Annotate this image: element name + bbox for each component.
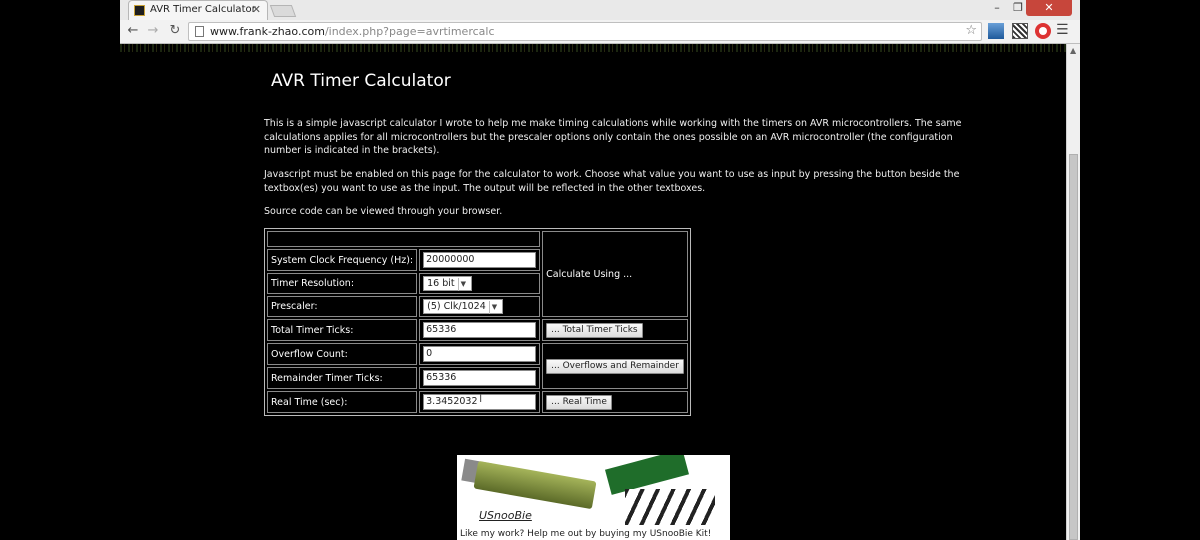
timer-resolution-value: 16 bit (427, 278, 455, 289)
calc-overflows-button[interactable]: ... Overflows and Remainder (546, 358, 684, 374)
site-favicon-icon (134, 5, 145, 16)
scroll-thumb[interactable] (1069, 154, 1078, 540)
chevron-down-icon: ▼ (488, 301, 499, 314)
header-strip (120, 44, 1066, 52)
prescaler-select[interactable]: (5) Clk/1024 ▼ (423, 299, 504, 314)
tab-strip: AVR Timer Calculator ✕ – ❐ ✕ (120, 0, 1080, 20)
url-text: www.frank-zhao.com/index.php?page=avrtim… (210, 25, 495, 38)
overflow-label: Overflow Count: (267, 343, 418, 365)
table-header-cell (267, 231, 541, 247)
vertical-scrollbar[interactable]: ▲ (1066, 44, 1080, 540)
kit-parts-image (625, 489, 715, 525)
extension-opera-icon[interactable] (1035, 23, 1051, 39)
url-host: www.frank-zhao.com (210, 25, 325, 38)
browser-toolbar: ← → ↻ www.frank-zhao.com/index.php?page=… (120, 20, 1080, 44)
forward-arrow-icon[interactable]: → (144, 23, 162, 38)
restore-icon[interactable]: ❐ (1009, 1, 1027, 14)
intro-paragraph: This is a simple javascript calculator I… (264, 118, 962, 156)
resolution-cell: 16 bit ▼ (419, 273, 541, 294)
realtime-button-cell: ... Real Time (542, 391, 688, 413)
calculate-using-label: Calculate Using ... (546, 268, 633, 280)
prescaler-cell: (5) Clk/1024 ▼ (419, 296, 541, 317)
url-path: /index.php?page=avrtimercalc (324, 25, 495, 38)
bookmark-star-icon[interactable]: ☆ (965, 23, 977, 38)
clock-frequency-input[interactable]: 20000000 (423, 252, 537, 268)
overflow-button-cell: ... Overflows and Remainder (542, 343, 688, 389)
right-letterbox (1080, 0, 1200, 540)
extension-qr-code-icon[interactable] (1012, 23, 1028, 39)
left-letterbox (0, 0, 120, 540)
prescaler-label: Prescaler: (267, 296, 418, 317)
overflow-count-input[interactable]: 0 (423, 346, 537, 362)
minimize-icon[interactable]: – (988, 1, 1006, 14)
resolution-label: Timer Resolution: (267, 273, 418, 294)
calculate-using-cell: Calculate Using ... (542, 231, 688, 317)
page-title: AVR Timer Calculator (271, 71, 451, 91)
calc-total-ticks-button[interactable]: ... Total Timer Ticks (546, 322, 643, 338)
board-image (473, 460, 597, 510)
page-viewport: AVR Timer Calculator This is a simple ja… (120, 44, 1066, 540)
tab-title: AVR Timer Calculator (150, 4, 256, 15)
ticks-button-cell: ... Total Timer Ticks (542, 319, 688, 341)
text-cursor-icon: I (479, 392, 483, 405)
browser-menu-icon[interactable]: ☰ (1056, 22, 1069, 38)
timer-resolution-select[interactable]: 16 bit ▼ (423, 276, 473, 291)
timer-calculator-table: Calculate Using ... System Clock Frequen… (264, 228, 691, 416)
back-arrow-icon[interactable]: ← (124, 23, 142, 38)
browser-tab[interactable]: AVR Timer Calculator ✕ (128, 0, 268, 20)
total-ticks-input[interactable]: 65336 (423, 322, 537, 338)
chevron-down-icon: ▼ (457, 278, 468, 291)
scroll-up-icon[interactable]: ▲ (1070, 46, 1076, 55)
source-note: Source code can be viewed through your b… (264, 206, 503, 217)
page-icon (195, 26, 204, 37)
realtime-label: Real Time (sec): (267, 391, 418, 413)
remainder-cell: 65336 (419, 367, 541, 389)
usnoobie-banner[interactable]: USnooBie Like my work? Help me out by bu… (457, 455, 730, 540)
window-close-icon[interactable]: ✕ (1026, 0, 1072, 16)
banner-tagline: Like my work? Help me out by buying my U… (460, 529, 712, 539)
remainder-label: Remainder Timer Ticks: (267, 367, 418, 389)
remainder-ticks-input[interactable]: 65336 (423, 370, 537, 386)
browser-window: AVR Timer Calculator ✕ – ❐ ✕ ← → ↻ www.f… (120, 0, 1080, 540)
calc-real-time-button[interactable]: ... Real Time (546, 394, 612, 410)
extension-screenshot-icon[interactable] (988, 23, 1004, 39)
instructions-paragraph: Javascript must be enabled on this page … (264, 169, 960, 194)
reload-icon[interactable]: ↻ (166, 23, 184, 38)
ticks-cell: 65336 (419, 319, 541, 341)
clock-label: System Clock Frequency (Hz): (267, 249, 418, 271)
clock-cell: 20000000 (419, 249, 541, 271)
prescaler-value: (5) Clk/1024 (427, 301, 486, 312)
new-tab-button[interactable] (269, 5, 297, 17)
close-tab-icon[interactable]: ✕ (252, 3, 261, 16)
overflow-cell: 0 (419, 343, 541, 365)
usnoobie-logo: USnooBie (479, 509, 532, 522)
ticks-label: Total Timer Ticks: (267, 319, 418, 341)
address-bar[interactable]: www.frank-zhao.com/index.php?page=avrtim… (188, 22, 982, 41)
